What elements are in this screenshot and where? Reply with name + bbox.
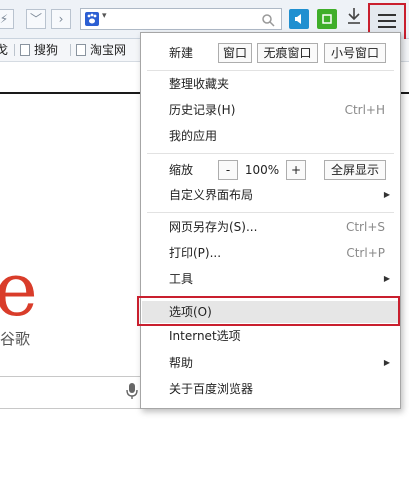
submenu-arrow-icon: ▶ xyxy=(383,358,390,367)
page-icon xyxy=(20,44,30,56)
bookmark-divider xyxy=(70,44,71,56)
bookmark-item[interactable]: 搜狗 xyxy=(20,42,58,58)
menu-item-help[interactable]: 帮助 ▶ xyxy=(142,352,399,374)
hamburger-icon xyxy=(378,14,396,16)
new-alt-account-window-button[interactable]: 小号窗口 xyxy=(324,43,386,63)
microphone-icon[interactable] xyxy=(126,382,138,404)
google-logo-subtitle: 谷歌 xyxy=(0,330,31,348)
chevron-right-icon: › xyxy=(58,12,64,26)
back-button[interactable]: ⚡ xyxy=(0,9,14,29)
baidu-paw-icon[interactable] xyxy=(85,12,99,26)
history-dropdown-button[interactable]: ﹀ xyxy=(26,9,46,29)
menu-item-save-page-as[interactable]: 网页另存为(S)... Ctrl+S xyxy=(142,216,399,238)
menu-item-about[interactable]: 关于百度浏览器 xyxy=(142,378,399,400)
menu-item-organize-favorites[interactable]: 整理收藏夹 xyxy=(142,73,399,95)
google-logo-letter: e xyxy=(0,247,38,333)
zoom-out-button[interactable]: - xyxy=(218,160,238,180)
new-window-button[interactable]: 窗口 xyxy=(218,43,252,63)
new-incognito-window-button[interactable]: 无痕窗口 xyxy=(257,43,318,63)
forward-button[interactable]: › xyxy=(51,9,71,29)
menu-separator xyxy=(147,70,394,71)
menu-item-tools[interactable]: 工具 ▶ xyxy=(142,268,399,290)
download-icon[interactable] xyxy=(346,7,362,30)
menu-item-print[interactable]: 打印(P)... Ctrl+P xyxy=(142,242,399,264)
bookmark-divider xyxy=(14,44,15,56)
fullscreen-button[interactable]: 全屏显示 xyxy=(324,160,386,180)
shortcut-label: Ctrl+H xyxy=(344,103,385,117)
menu-item-my-apps[interactable]: 我的应用 xyxy=(142,125,399,147)
submenu-arrow-icon: ▶ xyxy=(383,190,390,199)
main-menu: 新建 窗口 无痕窗口 小号窗口 整理收藏夹 历史记录(H) Ctrl+H 我的应… xyxy=(140,32,401,409)
zoom-label: 缩放 xyxy=(169,163,194,177)
page-icon xyxy=(76,44,86,56)
crop-extension-icon[interactable] xyxy=(317,9,337,29)
menu-new-label: 新建 xyxy=(169,46,194,60)
lightning-icon: ⚡ xyxy=(0,12,9,26)
shortcut-label: Ctrl+P xyxy=(346,246,385,260)
engine-caret-icon[interactable]: ▾ xyxy=(102,11,107,21)
bookmark-partial[interactable]: 戈 xyxy=(0,42,8,58)
search-box[interactable]: ▾ xyxy=(80,8,282,30)
menu-item-history[interactable]: 历史记录(H) Ctrl+H xyxy=(142,99,399,121)
bookmark-item[interactable]: 淘宝网 xyxy=(76,42,126,58)
speaker-extension-icon[interactable] xyxy=(289,9,309,29)
menu-separator xyxy=(147,212,394,213)
menu-item-customize-layout[interactable]: 自定义界面布局 ▶ xyxy=(142,184,399,206)
search-icon[interactable] xyxy=(261,10,275,31)
chevron-down-icon: ﹀ xyxy=(29,12,42,26)
menu-separator xyxy=(147,153,394,154)
options-highlight-box xyxy=(137,296,400,326)
menu-item-internet-options[interactable]: Internet选项 xyxy=(142,325,399,347)
submenu-arrow-icon: ▶ xyxy=(383,274,390,283)
zoom-level-value: 100% xyxy=(244,163,280,177)
shortcut-label: Ctrl+S xyxy=(345,220,385,234)
zoom-in-button[interactable]: + xyxy=(286,160,306,180)
